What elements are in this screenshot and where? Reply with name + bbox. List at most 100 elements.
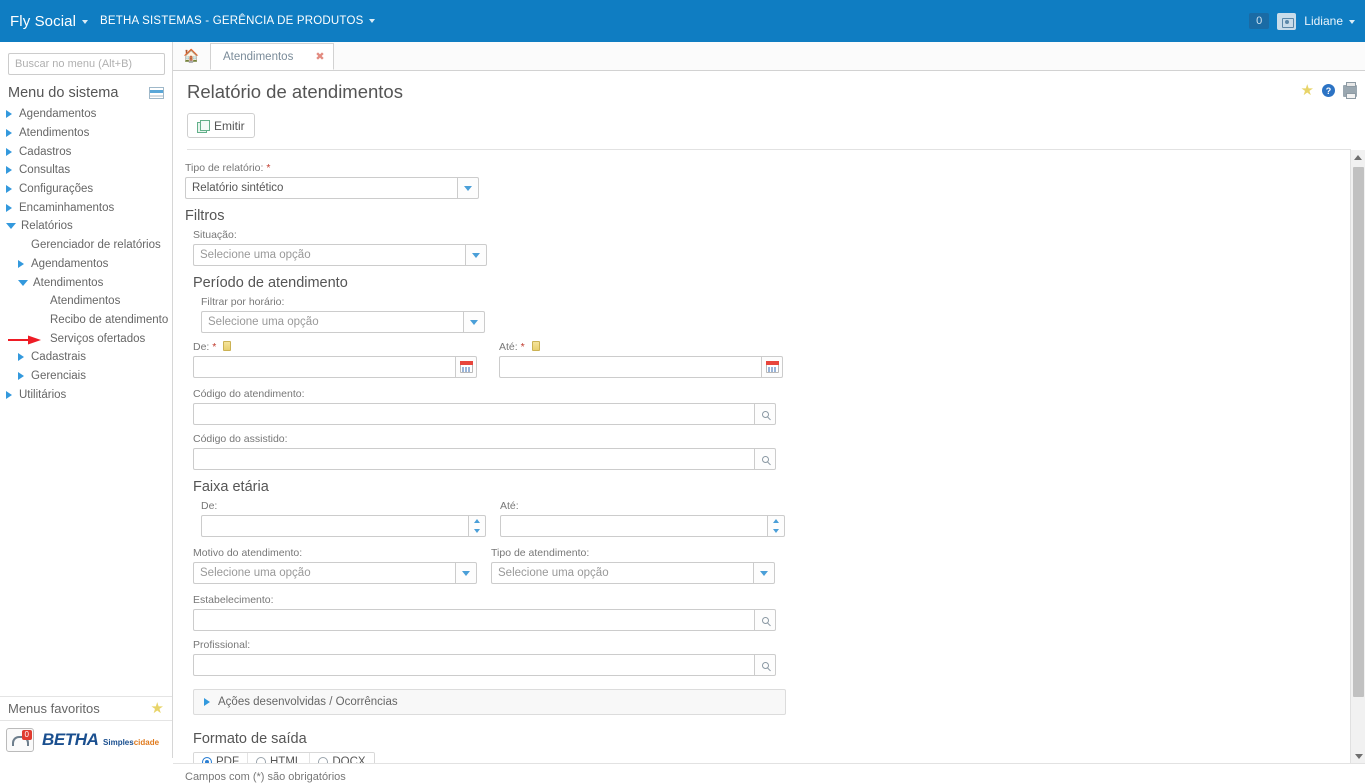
service-type-dropdown-arrow[interactable] — [753, 562, 775, 584]
radio-icon[interactable] — [256, 757, 266, 763]
report-form: Tipo de relatório: * Relatório sintético… — [173, 150, 1365, 764]
sidebar-item-atendimentos[interactable]: Atendimentos — [0, 124, 172, 143]
sidebar-item-label: Configurações — [19, 183, 94, 196]
organization-selector[interactable]: BETHA SISTEMAS - GERÊNCIA DE PRODUTOS — [100, 15, 376, 27]
tab-atendimentos[interactable]: Atendimentos ✖ — [210, 43, 334, 70]
chevron-right-icon — [6, 203, 12, 212]
output-format-option-html[interactable]: HTML — [248, 753, 311, 763]
radio-icon[interactable] — [202, 757, 212, 763]
search-button-service-code[interactable] — [755, 403, 776, 425]
establishment-input[interactable] — [193, 609, 755, 631]
service-code-label: Código do atendimento: — [193, 388, 305, 400]
help-icon[interactable]: ? — [1322, 84, 1335, 97]
sidebar-item-label: Relatórios — [21, 220, 73, 233]
sidebar-item-recibo-de-atendimento[interactable]: Recibo de atendimento — [0, 311, 172, 330]
search-button-establishment[interactable] — [755, 609, 776, 631]
age-range-row: De: Até: — [193, 500, 1365, 537]
chevron-right-icon — [6, 166, 12, 175]
date-to-control — [499, 356, 783, 378]
favorites-title: Menus favoritos — [8, 701, 100, 716]
age-from-stepper[interactable] — [469, 515, 486, 537]
scroll-up-button[interactable] — [1351, 150, 1365, 165]
sidebar-footer: 0 BETHA Simplescidade — [0, 720, 172, 758]
sidebar-item-configura-es[interactable]: Configurações — [0, 180, 172, 199]
assisted-code-input[interactable] — [193, 448, 755, 470]
age-to-input[interactable] — [500, 515, 768, 537]
situation-dropdown-arrow[interactable] — [465, 244, 487, 266]
date-from-label-text: De: — [193, 341, 210, 353]
service-type-select[interactable]: Selecione uma opção — [491, 562, 775, 584]
sidebar-item-relat-rios[interactable]: Relatórios — [0, 217, 172, 236]
scrollbar-thumb[interactable] — [1353, 167, 1364, 697]
sidebar-item-label: Consultas — [19, 164, 71, 177]
service-reason-dropdown-arrow[interactable] — [455, 562, 477, 584]
calendar-icon — [765, 361, 779, 373]
star-icon[interactable]: ★ — [151, 701, 164, 716]
sidebar-item-label: Gerenciais — [31, 369, 86, 382]
date-from-input[interactable] — [193, 356, 456, 378]
sidebar-item-consultas[interactable]: Consultas — [0, 161, 172, 180]
info-icon — [223, 341, 232, 351]
favorite-star-icon[interactable]: ★ — [1301, 83, 1314, 98]
sidebar-item-cadastros[interactable]: Cadastros — [0, 142, 172, 161]
age-to-stepper[interactable] — [768, 515, 785, 537]
output-format-option-docx[interactable]: DOCX — [310, 753, 374, 763]
support-headset-icon[interactable]: 0 — [6, 727, 34, 752]
age-from-input[interactable] — [201, 515, 469, 537]
sidebar-item-gerenciais[interactable]: Gerenciais — [0, 367, 172, 386]
search-button-assisted-code[interactable] — [755, 448, 776, 470]
user-name-label: Lidiane — [1304, 14, 1343, 28]
required-marker: * — [212, 341, 217, 353]
situation-select[interactable]: Selecione uma opção — [193, 244, 487, 266]
sidebar-item-encaminhamentos[interactable]: Encaminhamentos — [0, 198, 172, 217]
form-scrollbar[interactable] — [1350, 150, 1365, 763]
chevron-right-icon — [18, 371, 24, 380]
sidebar-item-utilit-rios[interactable]: Utilitários — [0, 385, 172, 404]
scroll-down-button[interactable] — [1351, 749, 1365, 763]
emit-button[interactable]: Emitir — [187, 113, 255, 138]
date-to-input[interactable] — [499, 356, 762, 378]
tab-home[interactable]: 🏠 — [173, 42, 210, 70]
app-brand-menu[interactable]: Fly Social — [10, 13, 89, 30]
sidebar-item-agendamentos[interactable]: Agendamentos — [0, 255, 172, 274]
panel-collapse-icon[interactable] — [149, 87, 164, 99]
calendar-button-to[interactable] — [762, 356, 783, 378]
sidebar-item-atendimentos[interactable]: Atendimentos — [0, 292, 172, 311]
actions-occurrences-accordion[interactable]: Ações desenvolvidas / Ocorrências — [193, 689, 786, 715]
close-icon[interactable]: ✖ — [315, 50, 324, 63]
search-button-professional[interactable] — [755, 654, 776, 676]
radio-icon[interactable] — [318, 757, 329, 763]
filter-by-time-value: Selecione uma opção — [201, 311, 463, 333]
report-type-dropdown-arrow[interactable] — [457, 177, 479, 199]
service-code-input[interactable] — [193, 403, 755, 425]
camera-icon[interactable] — [1277, 12, 1297, 30]
output-format-option-pdf[interactable]: PDF — [194, 753, 248, 764]
output-format-option-label: PDF — [216, 756, 239, 764]
filter-by-time-select[interactable]: Selecione uma opção — [201, 311, 485, 333]
sidebar-item-servi-os-ofertados[interactable]: Serviços ofertados — [0, 329, 172, 348]
sidebar-item-agendamentos[interactable]: Agendamentos — [0, 105, 172, 124]
service-reason-select[interactable]: Selecione uma opção — [193, 562, 477, 584]
sidebar-item-cadastrais[interactable]: Cadastrais — [0, 348, 172, 367]
sidebar-item-atendimentos[interactable]: Atendimentos — [0, 273, 172, 292]
sidebar-item-gerenciador-de-relat-rios[interactable]: Gerenciador de relatórios — [0, 236, 172, 255]
assisted-code-group: Código do assistido: — [193, 433, 1365, 470]
professional-input[interactable] — [193, 654, 755, 676]
filter-by-time-label: Filtrar por horário: — [201, 296, 285, 308]
menu-search-input[interactable] — [8, 53, 165, 75]
required-marker: * — [520, 341, 525, 353]
favorites-row[interactable]: Menus favoritos ★ — [0, 696, 172, 720]
report-type-select[interactable]: Relatório sintético — [185, 177, 479, 199]
emit-button-label: Emitir — [214, 118, 245, 133]
calendar-button-from[interactable] — [456, 356, 477, 378]
print-icon[interactable] — [1343, 81, 1357, 99]
filter-by-time-dropdown-arrow[interactable] — [463, 311, 485, 333]
main-content: 🏠 Atendimentos ✖ Relatório de atendiment… — [173, 42, 1365, 783]
notification-count-badge[interactable]: 0 — [1249, 13, 1270, 29]
top-app-bar: Fly Social BETHA SISTEMAS - GERÊNCIA DE … — [0, 0, 1365, 42]
date-range-row: De: * Até: * — [193, 341, 1365, 378]
user-menu[interactable]: Lidiane — [1304, 14, 1355, 28]
menu-title: Menu do sistema — [8, 85, 119, 101]
age-range-heading: Faixa etária — [193, 479, 269, 495]
page-header: Relatório de atendimentos ★ ? Emitir — [173, 71, 1365, 150]
